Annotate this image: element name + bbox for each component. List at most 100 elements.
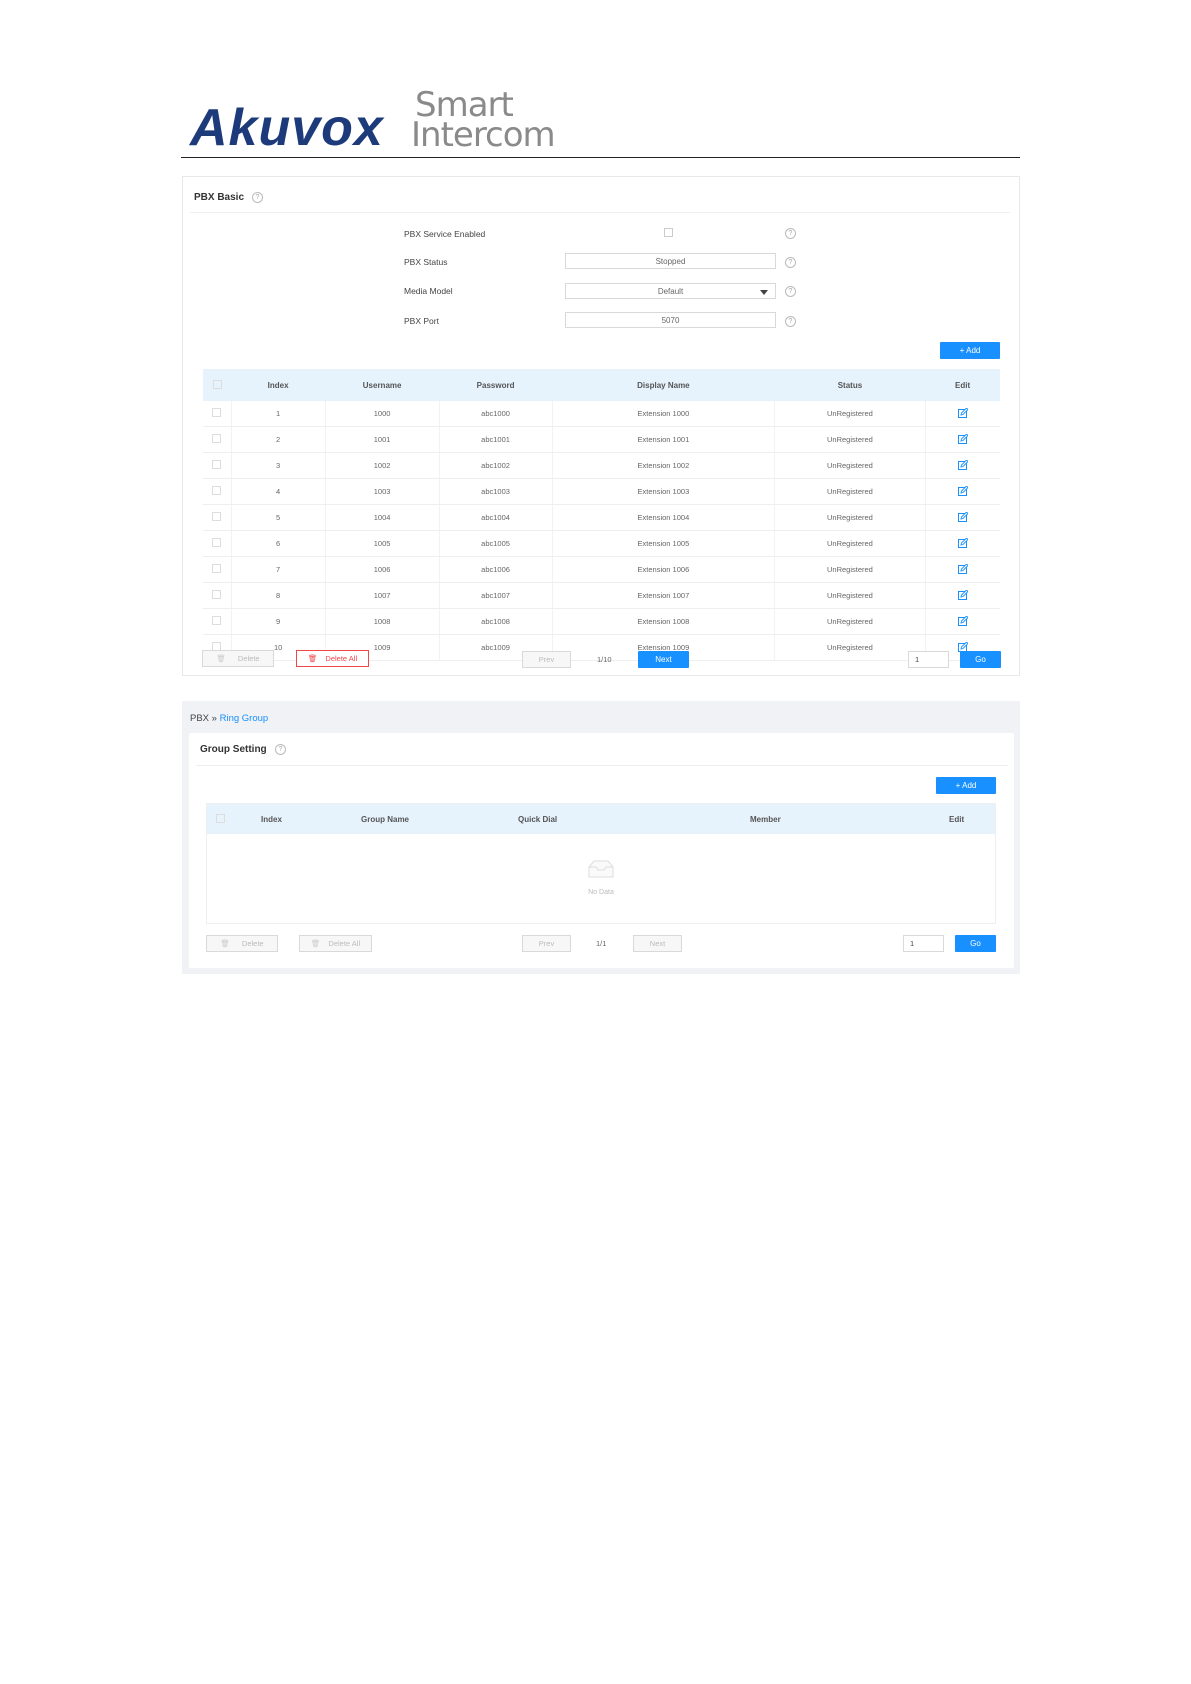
select-all-checkbox[interactable] (212, 379, 222, 389)
edit-icon[interactable] (957, 641, 968, 652)
help-icon[interactable]: ? (275, 744, 286, 755)
cell-display-name: Extension 1008 (552, 608, 776, 635)
edit-icon[interactable] (957, 511, 968, 522)
go-button[interactable]: Go (960, 651, 1001, 668)
row-checkbox[interactable] (212, 564, 222, 573)
cell-edit (925, 426, 1000, 453)
goto-page-input[interactable]: 1 (903, 935, 944, 952)
pbx-service-enabled-label: PBX Service Enabled (404, 229, 486, 239)
help-icon[interactable]: ? (785, 228, 796, 239)
prev-page-button[interactable]: Prev (522, 651, 571, 668)
trash-icon: 🗑 (307, 654, 318, 663)
cell-edit (925, 582, 1000, 609)
media-model-label: Media Model (404, 286, 453, 296)
row-checkbox[interactable] (212, 408, 222, 417)
cell-password: abc1005 (439, 530, 553, 557)
row-checkbox-cell (203, 426, 232, 453)
cell-password: abc1004 (439, 504, 553, 531)
row-checkbox[interactable] (212, 434, 222, 443)
cell-status: UnRegistered (774, 401, 926, 427)
cell-status: UnRegistered (774, 556, 926, 583)
delete-label: Delete (237, 654, 260, 663)
pbx-service-enabled-checkbox[interactable] (664, 228, 673, 237)
delete-button[interactable]: 🗑 Delete (202, 650, 274, 667)
next-page-button[interactable]: Next (638, 651, 689, 668)
cell-display-name: Extension 1006 (552, 556, 776, 583)
prev-page-button[interactable]: Prev (522, 935, 571, 952)
goto-page-input[interactable]: 1 (908, 651, 949, 668)
cell-username: 1005 (325, 530, 440, 557)
edit-icon[interactable] (957, 433, 968, 444)
edit-icon[interactable] (957, 485, 968, 496)
media-model-value: Default (657, 287, 684, 296)
delete-button[interactable]: 🗑 Delete (206, 935, 278, 952)
breadcrumb-root[interactable]: PBX (190, 713, 209, 724)
delete-all-label: Delete All (328, 939, 361, 948)
page-indicator: 1/10 (597, 655, 612, 664)
cell-display-name: Extension 1003 (552, 478, 776, 505)
pbx-status-field: Stopped (565, 253, 776, 269)
cell-index: 8 (231, 582, 326, 609)
cell-display-name: Extension 1001 (552, 426, 776, 453)
column-header-username: Username (325, 369, 440, 401)
edit-icon[interactable] (957, 459, 968, 470)
cell-edit (925, 556, 1000, 583)
edit-icon[interactable] (957, 407, 968, 418)
help-icon[interactable]: ? (785, 316, 796, 327)
cell-username: 1006 (325, 556, 440, 583)
row-checkbox-cell (203, 452, 232, 479)
media-model-select[interactable]: Default (565, 283, 776, 299)
cell-username: 1000 (325, 401, 440, 427)
edit-icon[interactable] (957, 615, 968, 626)
row-checkbox[interactable] (212, 616, 222, 625)
cell-index: 4 (231, 478, 326, 505)
row-checkbox[interactable] (212, 590, 222, 599)
table-row: 5 1004 abc1004 Extension 1004 UnRegistered (203, 504, 1000, 531)
trash-icon: 🗑 (310, 939, 321, 948)
cell-index: 9 (231, 608, 326, 635)
cell-status: UnRegistered (774, 582, 926, 609)
row-checkbox[interactable] (212, 460, 222, 469)
row-checkbox[interactable] (212, 486, 222, 495)
help-icon[interactable]: ? (252, 192, 263, 203)
add-group-button[interactable]: + Add (936, 777, 996, 794)
select-all-checkbox[interactable] (216, 814, 225, 823)
next-page-button[interactable]: Next (633, 935, 682, 952)
edit-icon[interactable] (957, 589, 968, 600)
cell-index: 5 (231, 504, 326, 531)
column-header-member: Member (750, 815, 781, 824)
page-indicator: 1/1 (596, 939, 607, 948)
cell-edit (925, 452, 1000, 479)
cell-username: 1008 (325, 608, 440, 635)
cell-password: abc1002 (439, 452, 553, 479)
row-checkbox[interactable] (212, 512, 222, 521)
empty-text: No Data (588, 889, 614, 896)
cell-display-name: Extension 1007 (552, 582, 776, 609)
cell-password: abc1001 (439, 426, 553, 453)
row-checkbox-cell (203, 504, 232, 531)
cell-index: 6 (231, 530, 326, 557)
group-setting-title: Group Setting (200, 744, 267, 755)
row-checkbox[interactable] (212, 538, 222, 547)
table-row: 8 1007 abc1007 Extension 1007 UnRegistered (203, 582, 1000, 609)
cell-display-name: Extension 1005 (552, 530, 776, 557)
add-user-button[interactable]: + Add (940, 342, 1000, 359)
help-icon[interactable]: ? (785, 257, 796, 268)
delete-all-button[interactable]: 🗑 Delete All (296, 650, 369, 667)
breadcrumb-separator: » (211, 713, 217, 724)
row-checkbox-cell (203, 530, 232, 557)
cell-password: abc1006 (439, 556, 553, 583)
go-button[interactable]: Go (955, 935, 996, 952)
edit-icon[interactable] (957, 537, 968, 548)
trash-icon: 🗑 (216, 654, 226, 663)
help-icon[interactable]: ? (785, 286, 796, 297)
delete-all-button[interactable]: 🗑 Delete All (299, 935, 372, 952)
edit-icon[interactable] (957, 563, 968, 574)
pbx-port-input[interactable]: 5070 (565, 312, 776, 328)
cell-display-name: Extension 1000 (552, 401, 776, 427)
column-header-edit: Edit (925, 369, 1000, 401)
cell-edit (925, 608, 1000, 635)
row-checkbox-cell (203, 582, 232, 609)
header-rule (181, 157, 1020, 158)
row-checkbox-cell (203, 608, 232, 635)
